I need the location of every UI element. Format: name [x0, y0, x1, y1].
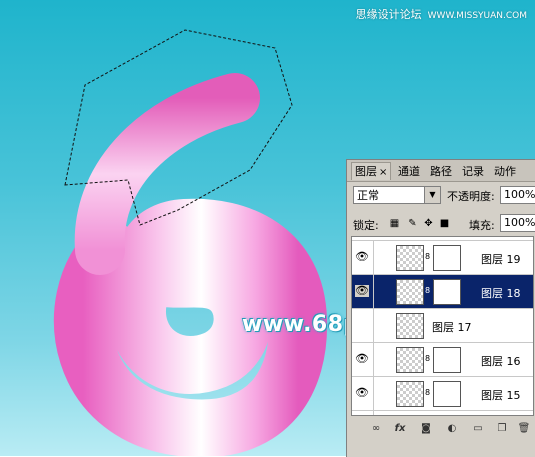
- chevron-down-icon: ▼: [424, 187, 440, 203]
- panel-tabs: 图层 × 通道 路径 记录 动作: [347, 160, 535, 182]
- opacity-field[interactable]: 100%: [500, 186, 535, 204]
- link-icon: 8: [425, 354, 431, 363]
- eye-icon[interactable]: 👁: [355, 387, 369, 399]
- trash-icon[interactable]: 🗑: [517, 422, 531, 436]
- visibility-cell[interactable]: [352, 309, 374, 342]
- tab-layers-label: 图层: [355, 165, 377, 178]
- layer-row-partial: [352, 411, 533, 416]
- lock-position-icon[interactable]: ✥: [423, 218, 434, 229]
- layer-thumbnail: [396, 313, 424, 339]
- panel-bottom-bar: ∞ fx ◙ ◐ ▭ ❐ 🗑: [347, 418, 535, 440]
- layer-thumbnail: [396, 415, 424, 416]
- visibility-cell[interactable]: 👁: [352, 377, 374, 410]
- layer-name: 图层 19: [481, 253, 521, 266]
- watermark: 思缘设计论坛 WWW.MISSYUAN.COM: [356, 6, 527, 22]
- layer-row-selected[interactable]: 👁 8 图层 18: [352, 275, 533, 309]
- new-layer-icon[interactable]: ❐: [495, 422, 509, 436]
- link-layers-icon[interactable]: ∞: [369, 422, 383, 436]
- blend-mode-select[interactable]: 正常 ▼: [353, 186, 441, 204]
- tab-paths[interactable]: 路径: [427, 163, 455, 180]
- add-mask-icon[interactable]: ◙: [419, 422, 433, 436]
- tab-actions[interactable]: 动作: [491, 163, 519, 180]
- eye-icon[interactable]: 👁: [355, 285, 369, 297]
- visibility-cell[interactable]: 👁: [352, 343, 374, 376]
- visibility-cell[interactable]: [352, 411, 374, 415]
- lock-pixels-icon[interactable]: ✎: [407, 218, 418, 229]
- layer-name: 图层 17: [432, 321, 472, 334]
- visibility-cell[interactable]: 👁: [352, 275, 374, 308]
- watermark-url: WWW.MISSYUAN.COM: [427, 11, 527, 21]
- layer-mask-thumbnail[interactable]: [433, 279, 461, 305]
- lock-transparent-icon[interactable]: ▦: [389, 218, 400, 229]
- lock-label: 锁定:: [353, 219, 379, 232]
- layer-name: 图层 15: [481, 389, 521, 402]
- eye-icon[interactable]: 👁: [355, 353, 369, 365]
- lock-row: 锁定: ▦ ✎ ✥ ■ 填充: 100%: [347, 213, 535, 235]
- lock-all-icon[interactable]: ■: [439, 218, 450, 229]
- visibility-cell[interactable]: 👁: [352, 241, 374, 274]
- layer-mask-thumbnail[interactable]: [433, 347, 461, 373]
- layer-row[interactable]: 👁 8 图层 19: [352, 241, 533, 275]
- link-icon: 8: [425, 252, 431, 261]
- watermark-cn: 思缘设计论坛: [355, 8, 422, 21]
- layer-mask-thumbnail[interactable]: [433, 245, 461, 271]
- layer-row[interactable]: 图层 17: [352, 309, 533, 343]
- link-icon: 8: [425, 286, 431, 295]
- opacity-label: 不透明度:: [447, 190, 495, 203]
- layer-row[interactable]: 👁 8 图层 16: [352, 343, 533, 377]
- fill-label: 填充:: [469, 219, 495, 232]
- layer-mask-thumbnail[interactable]: [433, 381, 461, 407]
- close-icon[interactable]: ×: [379, 167, 387, 178]
- layers-panel: 图层 × 通道 路径 记录 动作 正常 ▼ 不透明度: 100% 锁定: ▦ ✎ …: [346, 159, 535, 457]
- tab-channels[interactable]: 通道: [395, 163, 423, 180]
- blend-mode-value: 正常: [357, 189, 379, 202]
- eye-icon[interactable]: 👁: [355, 251, 369, 263]
- blend-row: 正常 ▼ 不透明度: 100%: [347, 183, 535, 207]
- layer-list: 👁 8 图层 19 👁 8 图层 18 图层 17 👁 8 图层 16 👁 8 …: [351, 236, 534, 416]
- layer-thumbnail: [396, 245, 424, 271]
- tab-history[interactable]: 记录: [459, 163, 487, 180]
- layer-thumbnail: [396, 279, 424, 305]
- layer-thumbnail: [396, 347, 424, 373]
- fx-icon[interactable]: fx: [393, 422, 407, 436]
- layer-row[interactable]: 👁 8 图层 15: [352, 377, 533, 411]
- layer-name: 图层 18: [481, 287, 521, 300]
- adjustment-layer-icon[interactable]: ◐: [445, 422, 459, 436]
- new-group-icon[interactable]: ▭: [471, 422, 485, 436]
- fill-field[interactable]: 100%: [500, 214, 535, 232]
- layer-thumbnail: [396, 381, 424, 407]
- layer-name: 图层 16: [481, 355, 521, 368]
- tab-layers[interactable]: 图层 ×: [351, 162, 392, 180]
- link-icon: 8: [425, 388, 431, 397]
